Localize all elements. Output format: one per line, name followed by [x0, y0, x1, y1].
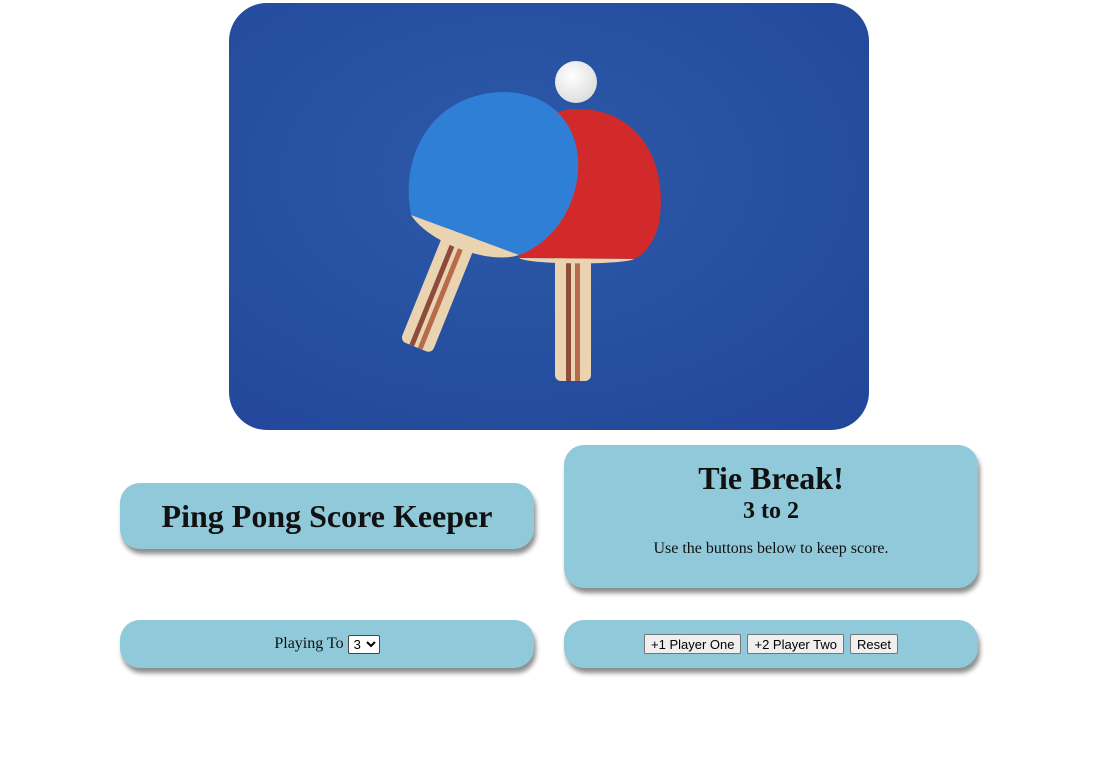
- player-one-button[interactable]: +1 Player One: [644, 634, 742, 654]
- instructions-text: Use the buttons below to keep score.: [653, 540, 889, 557]
- ping-pong-paddles-illustration: [229, 3, 869, 430]
- game-status: Tie Break!: [698, 460, 844, 496]
- playing-to-card: Playing To 3: [120, 620, 534, 668]
- title-card: Ping Pong Score Keeper: [120, 483, 534, 549]
- score-display: 3 to 2: [743, 498, 799, 524]
- reset-button[interactable]: Reset: [850, 634, 898, 654]
- ball-icon: [555, 61, 597, 103]
- page-title: Ping Pong Score Keeper: [161, 497, 493, 534]
- controls-card: +1 Player One +2 Player Two Reset: [564, 620, 978, 668]
- score-card: Tie Break! 3 to 2 Use the buttons below …: [564, 445, 978, 588]
- player-two-button[interactable]: +2 Player Two: [747, 634, 844, 654]
- hero-image: [229, 3, 869, 430]
- playing-to-label: Playing To: [274, 635, 344, 652]
- playing-to-select[interactable]: 3: [347, 634, 380, 654]
